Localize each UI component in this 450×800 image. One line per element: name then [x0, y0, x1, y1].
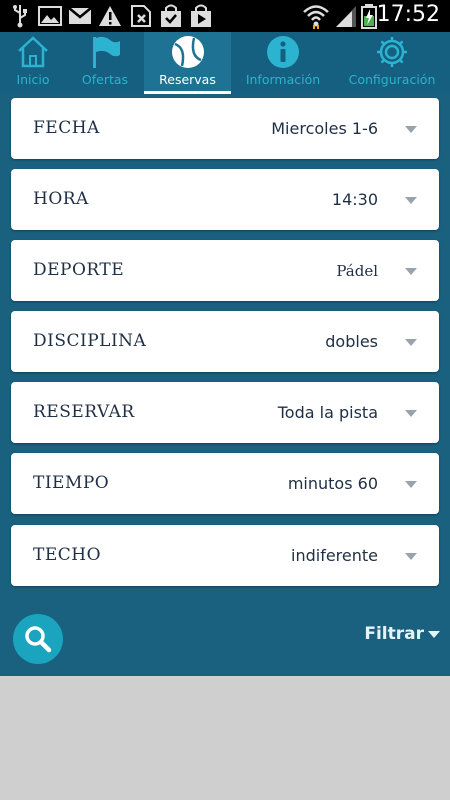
- field-label: FECHA: [33, 118, 100, 138]
- chevron-down-icon: [405, 126, 417, 133]
- search-button[interactable]: [13, 614, 63, 664]
- tab-label: Configuración: [348, 72, 436, 87]
- battery-icon: [360, 3, 378, 33]
- sim-missing-icon: [130, 4, 152, 32]
- info-icon: [266, 35, 300, 73]
- chevron-down-icon: [405, 553, 417, 560]
- home-icon: [16, 35, 50, 73]
- field-value: Toda la pista: [277, 403, 378, 422]
- store-icon: [160, 4, 182, 32]
- image-icon: [38, 6, 62, 30]
- tiempo-selector[interactable]: TIEMPO minutos 60: [11, 453, 439, 514]
- tab-inicio[interactable]: Inicio: [0, 32, 66, 94]
- chevron-down-icon: [405, 268, 417, 275]
- field-label: RESERVAR: [33, 402, 135, 422]
- tab-label: Ofertas: [81, 72, 129, 87]
- gear-icon: [375, 35, 409, 73]
- filter-dropdown[interactable]: Filtrar: [364, 624, 440, 644]
- search-icon: [25, 626, 52, 653]
- filter-label: Filtrar: [364, 624, 424, 644]
- chevron-down-icon: [405, 481, 417, 488]
- techo-selector[interactable]: TECHO indiferente: [11, 525, 439, 586]
- hora-selector[interactable]: HORA 14:30: [11, 169, 439, 230]
- booking-form: FECHA Miercoles 1-6 HORA 14:30 DEPORTE P…: [0, 94, 450, 676]
- flag-icon: [88, 35, 122, 73]
- field-label: DEPORTE: [33, 260, 125, 280]
- tab-informacion[interactable]: Información: [240, 32, 326, 94]
- reservar-selector[interactable]: RESERVAR Toda la pista: [11, 382, 439, 443]
- caret-down-icon: [428, 630, 440, 638]
- signal-icon: [334, 4, 358, 32]
- field-value: minutos 60: [287, 474, 378, 493]
- tab-ofertas[interactable]: Ofertas: [72, 32, 138, 94]
- tab-label: Inicio: [16, 72, 50, 87]
- field-label: TECHO: [33, 545, 102, 565]
- tab-reservas[interactable]: Reservas: [144, 32, 231, 94]
- gmail-icon: [68, 7, 92, 29]
- field-value: 14:30: [331, 190, 378, 209]
- chevron-down-icon: [405, 339, 417, 346]
- clock: 17:52: [376, 2, 440, 27]
- status-bar: 17:52: [0, 0, 450, 32]
- field-value: indiferente: [291, 546, 378, 565]
- play-store-icon: [190, 4, 212, 32]
- warning-icon: [98, 5, 122, 31]
- chevron-down-icon: [405, 410, 417, 417]
- tab-configuracion[interactable]: Configuración: [346, 32, 438, 94]
- usb-icon: [12, 4, 28, 32]
- wifi-icon: [302, 3, 330, 33]
- field-label: TIEMPO: [33, 473, 110, 493]
- field-label: DISCIPLINA: [33, 331, 147, 351]
- field-label: HORA: [33, 189, 89, 209]
- top-navigation: Inicio Ofertas Reservas Información Conf…: [0, 32, 450, 94]
- tab-label: Reservas: [159, 72, 216, 87]
- field-value: Pádel: [336, 262, 378, 280]
- chevron-down-icon: [405, 197, 417, 204]
- fecha-selector[interactable]: FECHA Miercoles 1-6: [11, 98, 439, 159]
- tennis-ball-icon: [171, 35, 205, 73]
- disciplina-selector[interactable]: DISCIPLINA dobles: [11, 311, 439, 372]
- field-value: Miercoles 1-6: [271, 119, 378, 138]
- field-value: dobles: [325, 332, 378, 351]
- empty-area: [0, 676, 450, 800]
- tab-label: Información: [245, 72, 321, 87]
- deporte-selector[interactable]: DEPORTE Pádel: [11, 240, 439, 301]
